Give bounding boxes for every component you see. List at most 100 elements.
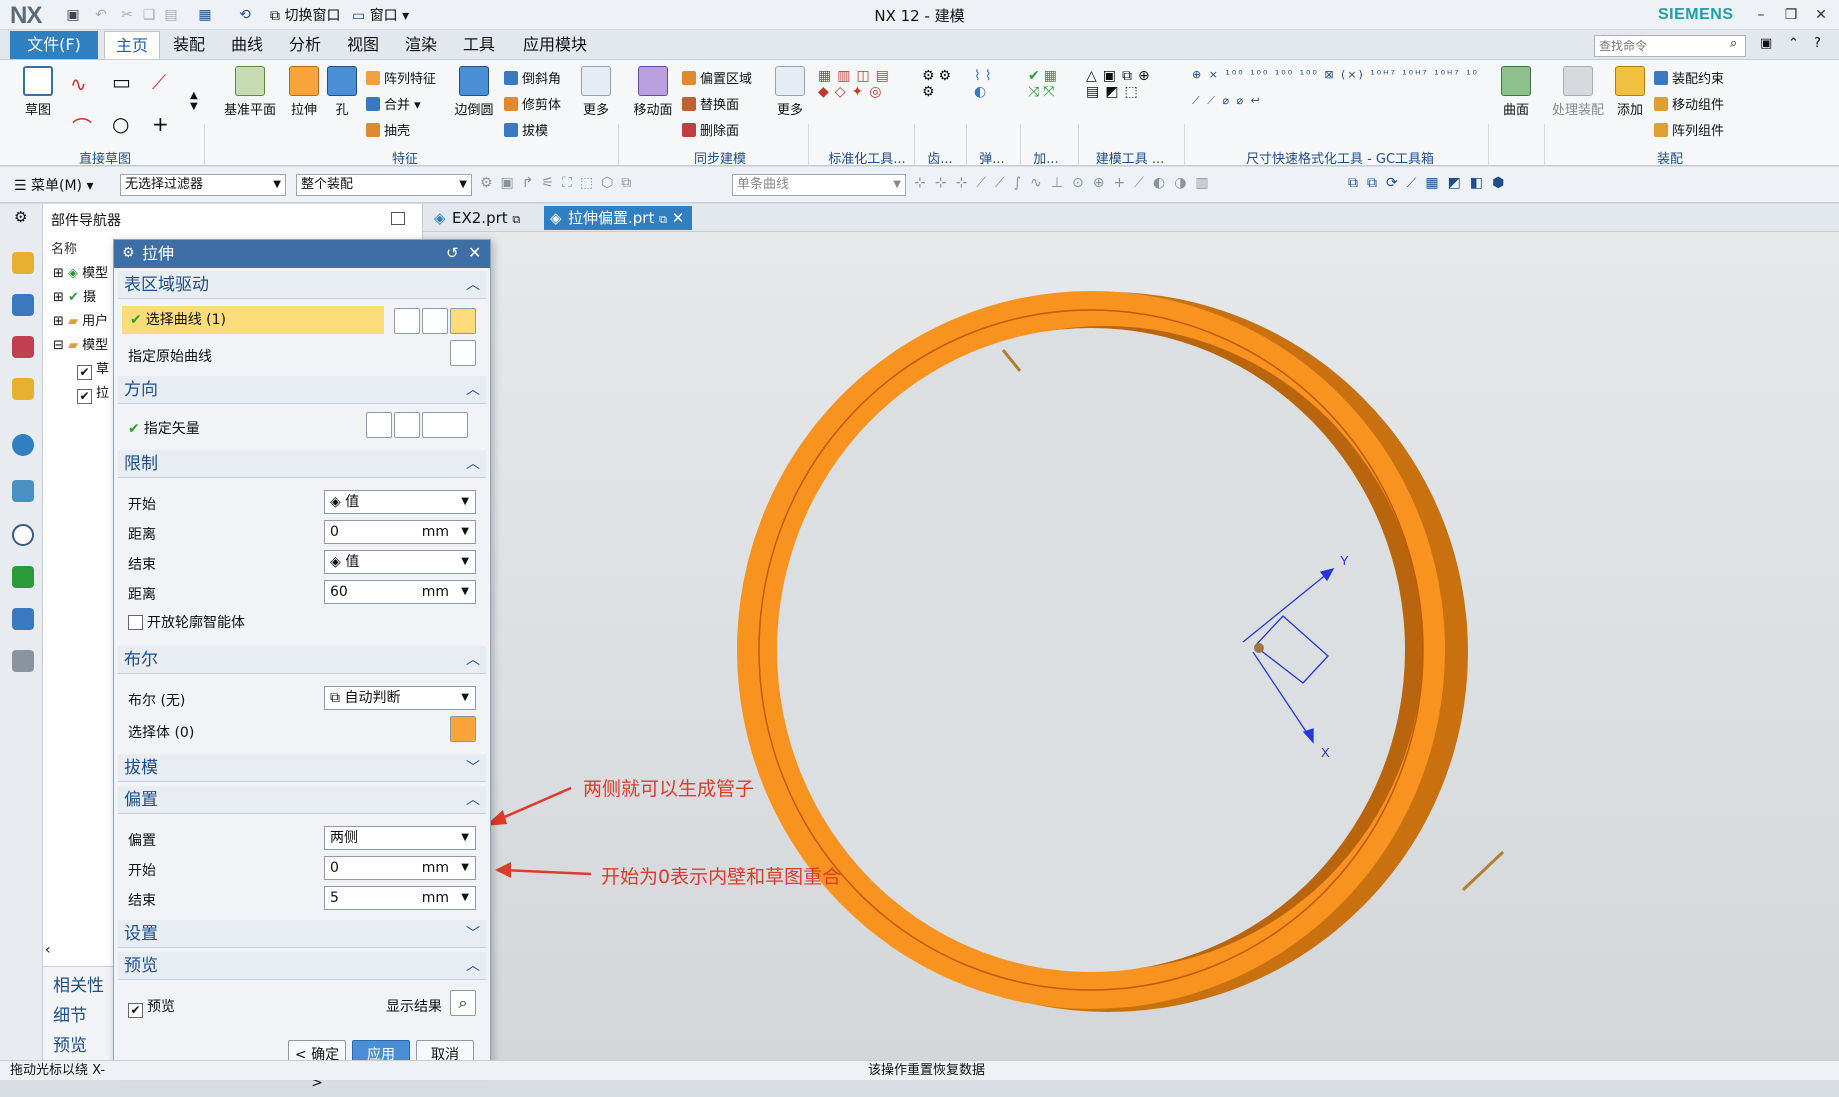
pattern-feature-button[interactable]: 阵列特征 (366, 68, 436, 87)
file-tab-ex2[interactable]: ◈ EX2.prt ⧉ (428, 206, 528, 230)
line-icon[interactable]: ⟋ (152, 70, 166, 94)
edge-blend-button[interactable]: 边倒圆 (450, 66, 498, 118)
copy-icon[interactable]: ❏ (140, 6, 158, 24)
assembly-constraint-button[interactable]: 装配约束 (1654, 68, 1724, 87)
section-header-section[interactable]: 表区域驱动 ︿ (118, 271, 486, 299)
checkbox-icon[interactable]: ✔ (77, 365, 92, 380)
add-component-button[interactable]: 添加 (1612, 66, 1648, 118)
search-icon[interactable]: ⌕ (1730, 36, 1737, 51)
type-filter-combo[interactable]: 无选择过滤器 ▼ (120, 174, 286, 196)
part-navigator-icon[interactable] (12, 336, 34, 358)
checkbox-icon[interactable]: ✔ (77, 389, 92, 404)
group-gear-label[interactable]: 齿... (916, 148, 964, 167)
sketch-gallery-chevron-icon[interactable]: ▲ ▼ (190, 90, 198, 112)
section-header-limits[interactable]: 限制 ︿ (118, 450, 486, 478)
section-header-direction[interactable]: 方向 ︿ (118, 376, 486, 404)
main-menu-button[interactable]: ☰ 菜单(M) ▾ (14, 175, 94, 195)
group-add-label[interactable]: 加... (1022, 148, 1070, 167)
system-materials-icon[interactable] (12, 566, 34, 588)
start-type-select[interactable]: ◈ 值 ▼ (324, 490, 476, 514)
help-icon[interactable]: ? (1814, 36, 1821, 51)
tab-assembly[interactable]: 装配 (164, 31, 214, 59)
profile-icon[interactable]: ∿ (70, 72, 87, 96)
hole-button[interactable]: 孔 (326, 66, 358, 118)
gear-icon[interactable]: ⚙ (14, 208, 27, 226)
pattern-component-button[interactable]: 阵列组件 (1654, 120, 1724, 139)
surface-button[interactable]: 曲面 (1496, 66, 1536, 118)
vector-type-icon[interactable] (422, 412, 468, 438)
add-tools-icons[interactable]: ✔▦ ⤨⤧ (1028, 68, 1068, 128)
reset-icon[interactable]: ↺ (446, 244, 459, 262)
maximize-navigator-icon[interactable] (391, 212, 405, 225)
cut-icon[interactable]: ✂ (118, 6, 136, 24)
web-browser-icon[interactable] (12, 480, 34, 502)
info-icon[interactable] (12, 434, 34, 456)
group-model-label[interactable]: 建模工具 ... (1080, 148, 1180, 167)
process-assembly-button[interactable]: 处理装配 (1548, 66, 1608, 118)
scroll-left-icon[interactable]: ‹ (45, 942, 51, 958)
tree-row-sketch[interactable]: ✔ 草 (77, 358, 109, 380)
section-header-boolean[interactable]: 布尔 ︿ (118, 646, 486, 674)
open-profile-checkbox[interactable]: 开放轮廓智能体 (128, 612, 245, 632)
tab-analysis[interactable]: 分析 (280, 31, 330, 59)
offset-region-button[interactable]: 偏置区域 (682, 68, 752, 87)
tree-row-model-views[interactable]: ⊞ ◈ 模型 (53, 262, 108, 281)
shell-button[interactable]: 抽壳 (366, 120, 410, 139)
close-icon[interactable]: ✕ (468, 243, 481, 262)
file-tab-extrude-offset[interactable]: ◈ 拉伸偏置.prt ⧉ ✕ (544, 206, 693, 230)
graphics-viewport[interactable]: Y X Y X 两侧就可以生成管子 开始为0表示内壁和草图重合 (423, 232, 1839, 1060)
sketch-button[interactable]: 草图 (20, 66, 56, 118)
selection-scope-combo[interactable]: 整个装配 ▼ (296, 174, 472, 196)
curve-rule-icon[interactable] (394, 308, 420, 334)
panel-details[interactable]: 细节 (53, 1001, 87, 1026)
snap-point-icons[interactable]: ⊹⊹⊹⟋⟋∫∿⊥⊙⊕+⟋◐◑▥ (914, 175, 1334, 191)
history-icon[interactable] (12, 524, 34, 546)
window-layout-icon[interactable]: ▦ (196, 6, 214, 24)
view-tools-icons[interactable]: ⧉⧉⟳⟋▦◩◧⬢ (1348, 175, 1638, 191)
preview-checkbox[interactable]: ✔ 预览 (128, 996, 175, 1018)
vector-dialog-icon[interactable] (394, 412, 420, 438)
reverse-direction-icon[interactable] (366, 412, 392, 438)
delete-face-button[interactable]: 删除面 (682, 120, 739, 139)
tab-home[interactable]: 主页 (104, 31, 160, 59)
end-distance-input[interactable]: 60 mm ▼ (324, 580, 476, 604)
gear-icon[interactable]: ⚙ (122, 245, 135, 261)
column-name-header[interactable]: 名称 (51, 238, 111, 257)
assembly-navigator-icon[interactable] (12, 252, 34, 274)
select-body-icon[interactable] (450, 716, 476, 742)
start-distance-input[interactable]: 0 mm ▼ (324, 520, 476, 544)
end-type-select[interactable]: ◈ 值 ▼ (324, 550, 476, 574)
save-icon[interactable]: ▣ (64, 6, 82, 24)
group-dim-label[interactable]: 尺寸快速格式化工具 - GC工具箱 (1210, 148, 1470, 167)
tab-tools[interactable]: 工具 (454, 31, 504, 59)
gear-tools-icons[interactable]: ⚙⚙ ⚙ (922, 68, 962, 128)
extrude-button[interactable]: 拉伸 (286, 66, 322, 118)
chamfer-button[interactable]: 倒斜角 (504, 68, 561, 87)
tree-row-user-expressions[interactable]: ⊞ ▰ 用户 (53, 310, 108, 329)
section-header-preview[interactable]: 预览 ︿ (118, 952, 486, 980)
select-curve-icon[interactable] (450, 308, 476, 334)
panel-dependencies[interactable]: 相关性 (53, 971, 104, 996)
move-face-button[interactable]: 移动面 (630, 66, 676, 118)
datum-plane-button[interactable]: 基准平面 (218, 66, 282, 118)
tree-row-cameras[interactable]: ⊞ ✔ 摄 (53, 286, 96, 305)
file-menu[interactable]: 文件(F) (10, 31, 98, 59)
more-sync-button[interactable]: 更多 (772, 66, 808, 118)
switch-window-button[interactable]: ⧉ 切换窗口 (270, 5, 340, 25)
repeat-command-icon[interactable]: ⟲ (236, 6, 254, 24)
offset-start-input[interactable]: 0 mm ▼ (324, 856, 476, 880)
tab-applications[interactable]: 应用模块 (512, 31, 598, 59)
command-search-input[interactable]: 查找命令 (1594, 35, 1746, 57)
select-curve-row[interactable]: ✔ 选择曲线 (1) (122, 306, 384, 334)
panel-preview[interactable]: 预览 (53, 1031, 87, 1056)
checkbox-icon[interactable] (128, 615, 143, 630)
close-tab-icon[interactable]: ✕ (672, 209, 685, 227)
ribbon-option-icon[interactable]: ▣ (1760, 36, 1772, 51)
boolean-select[interactable]: ⧉ 自动判断 ▼ (324, 686, 476, 710)
dimension-format-icons[interactable]: ⊕ × ¹⁰⁰ ¹⁰⁰ ¹⁰⁰ ¹⁰⁰ ⊠ (×) ¹⁰ᴴ⁷ ¹⁰ᴴ⁷ ¹⁰ᴴ⁷… (1192, 68, 1482, 128)
paste-icon[interactable]: ▤ (162, 6, 180, 24)
process-studio-icon[interactable] (12, 608, 34, 630)
roles-icon[interactable] (12, 650, 34, 672)
collapse-ribbon-icon[interactable]: ⌃ (1788, 36, 1799, 51)
section-header-offset[interactable]: 偏置 ︿ (118, 786, 486, 814)
